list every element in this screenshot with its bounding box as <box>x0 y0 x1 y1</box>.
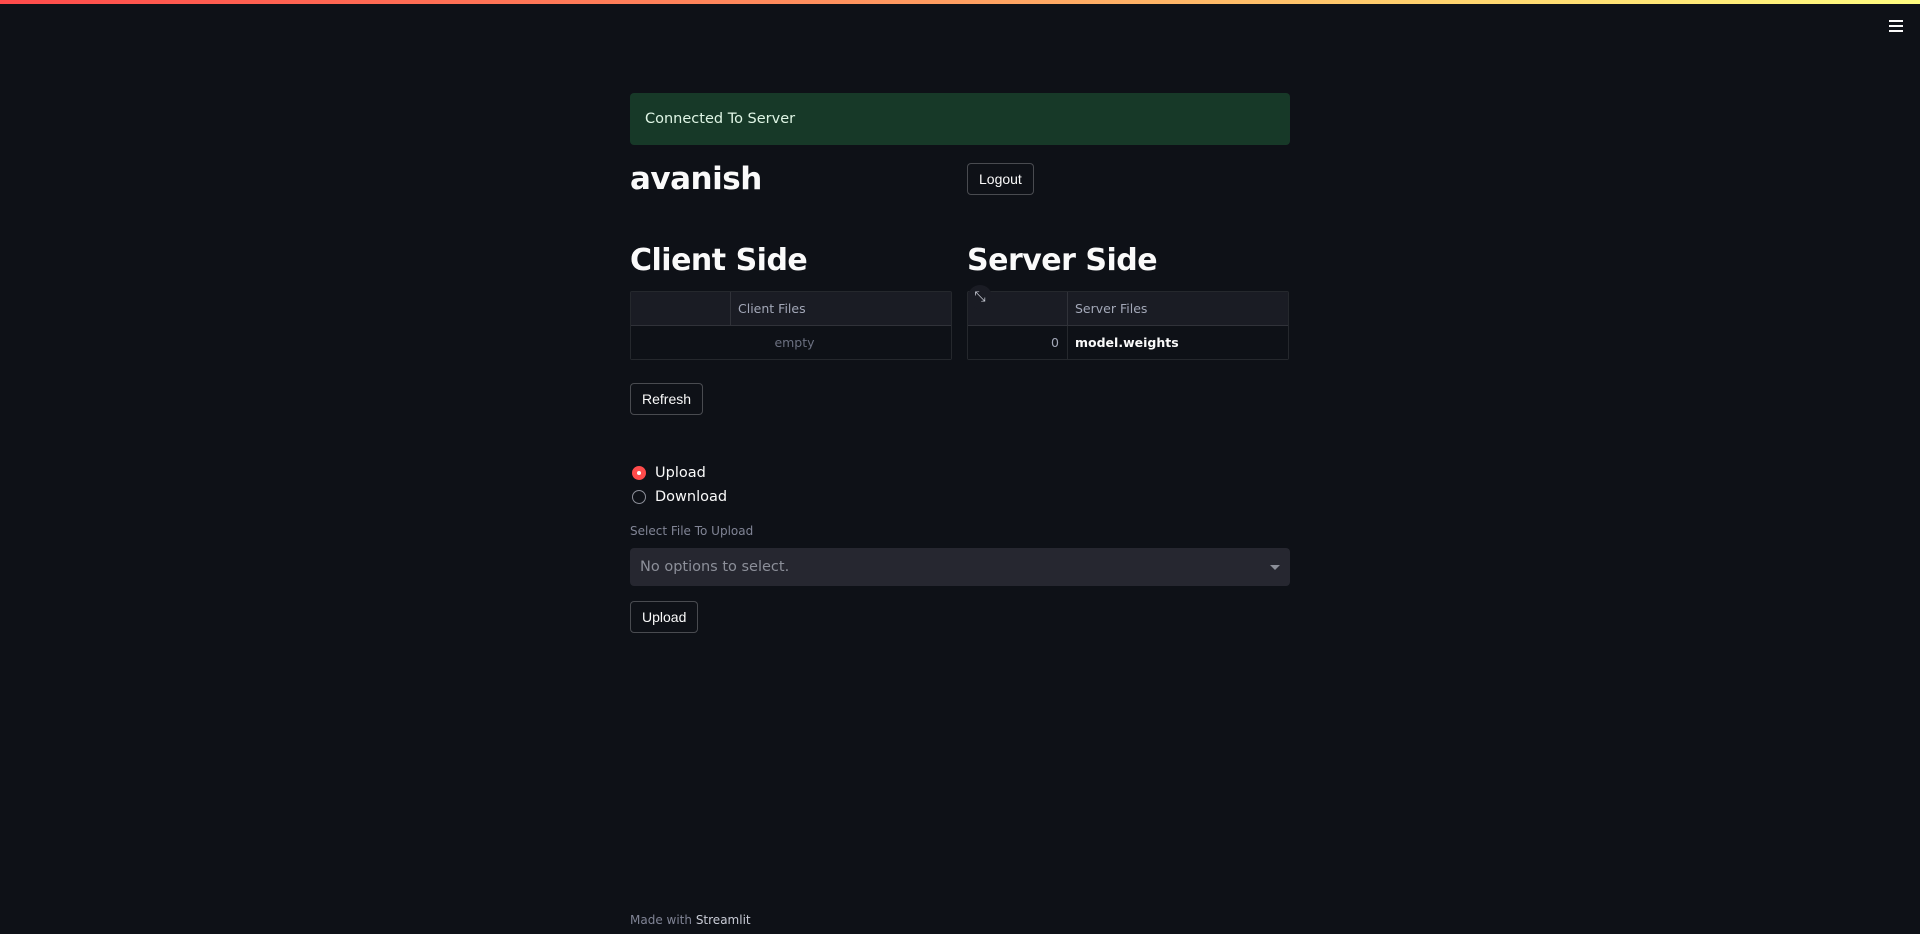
radio-download[interactable]: Download <box>630 485 1290 509</box>
row-value: model.weights <box>1075 335 1179 350</box>
refresh-button[interactable]: Refresh <box>630 383 704 415</box>
success-alert: Connected To Server <box>630 93 1290 145</box>
column-header: Client Files <box>738 301 806 316</box>
empty-cell: empty <box>774 335 815 350</box>
file-select-label: Select File To Upload <box>630 524 754 538</box>
upload-button[interactable]: Upload <box>630 601 699 633</box>
radio-checked-icon <box>632 466 646 480</box>
logout-button[interactable]: Logout <box>967 163 1034 195</box>
main-container: Connected To Server avanish Logout Clien… <box>630 93 1290 633</box>
server-column: Server Side ⤡ Server Files 0 model.weigh… <box>967 241 1289 360</box>
client-files-table[interactable]: Client Files empty <box>630 291 952 360</box>
column-header: Server Files <box>1075 301 1148 316</box>
alert-message: Connected To Server <box>645 111 796 127</box>
select-placeholder: No options to select. <box>640 559 790 575</box>
table-row: 0 model.weights <box>968 326 1288 359</box>
expand-icon[interactable]: ⤡ <box>968 285 992 309</box>
tables-row: Client Side Client Files empty Server Si… <box>630 241 1290 360</box>
radio-label: Upload <box>655 465 706 481</box>
footer-prefix: Made with <box>630 913 692 927</box>
index-header <box>631 292 731 325</box>
radio-label: Download <box>655 489 728 505</box>
footer-brand-link[interactable]: Streamlit <box>696 913 751 927</box>
file-select-dropdown[interactable]: No options to select. <box>630 548 1290 586</box>
main-menu-button[interactable] <box>1884 16 1908 36</box>
user-row: avanish Logout <box>630 145 1290 199</box>
table-header: Client Files <box>631 292 951 326</box>
row-index: 0 <box>968 326 1068 359</box>
mode-radio-group: Upload Download <box>630 461 1290 509</box>
client-side-title: Client Side <box>630 243 808 278</box>
top-decoration-stripe <box>0 0 1920 4</box>
table-row: empty <box>631 326 951 359</box>
chevron-down-icon <box>1270 564 1280 570</box>
hamburger-icon <box>1889 20 1903 22</box>
radio-unchecked-icon <box>632 490 646 504</box>
username-heading: avanish <box>630 161 762 197</box>
client-column: Client Side Client Files empty <box>630 241 952 360</box>
server-files-table[interactable]: ⤡ Server Files 0 model.weights <box>967 285 1289 360</box>
radio-upload[interactable]: Upload <box>630 461 1290 485</box>
server-side-title: Server Side <box>967 243 1158 278</box>
table-header: Server Files <box>968 292 1288 326</box>
footer: Made with Streamlit <box>630 913 751 927</box>
